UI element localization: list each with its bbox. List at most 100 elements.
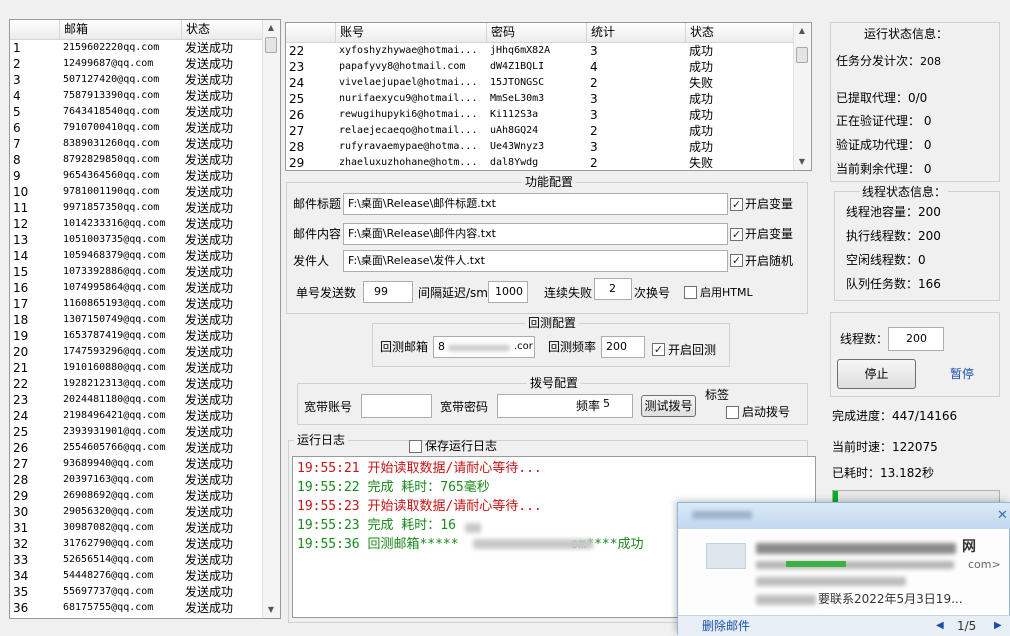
col-status[interactable]: 状态	[182, 20, 265, 39]
col-account[interactable]: 账号	[336, 23, 487, 42]
content-var-checkbox[interactable]: ✓	[730, 228, 743, 241]
table-row[interactable]: 25 nurifaexycu9@hotmail... MmSeL30m3 3 成功	[286, 91, 796, 107]
echo-mail-input[interactable]: 8 .cor	[433, 336, 535, 358]
scroll-up-icon[interactable]: ▲	[794, 23, 810, 39]
echo-freq-input[interactable]: 200	[601, 336, 645, 358]
content-input[interactable]: F:\桌面\Release\邮件内容.txt	[343, 223, 728, 245]
table-row[interactable]: 26 rewugihupyki6@hotmai... Ki112S3a 3 成功	[286, 107, 796, 123]
delete-mail-link[interactable]: 删除邮件	[702, 618, 750, 634]
table-row[interactable]: 23 2024481180@qq.com 发送成功	[10, 392, 265, 408]
table-row[interactable]: 20 1747593296@qq.com 发送成功	[10, 344, 265, 360]
table-row[interactable]: 2 12499687@qq.com 发送成功	[10, 56, 265, 72]
col-password[interactable]: 密码	[487, 23, 587, 42]
close-icon[interactable]: ✕	[997, 509, 1009, 523]
cell-status: 发送成功	[185, 121, 234, 135]
stop-button[interactable]: 停止	[837, 359, 916, 389]
table-row[interactable]: 25 2393931901@qq.com 发送成功	[10, 424, 265, 440]
table-row[interactable]: 27 relaejecaeqo@hotmail... uAh8GQ24 2 成功	[286, 123, 796, 139]
table-row[interactable]: 5 7643418540qq.com 发送成功	[10, 104, 265, 120]
table-row[interactable]: 14 1059468379@qq.com 发送成功	[10, 248, 265, 264]
table-row[interactable]: 9 9654364560qq.com 发送成功	[10, 168, 265, 184]
interval-input[interactable]: 1000	[488, 281, 528, 303]
email-table[interactable]: 邮箱 状态 1 2159602220qq.com 发送成功 2 12499687@qq.…	[9, 19, 281, 619]
save-log-checkbox[interactable]	[409, 440, 422, 453]
table-row[interactable]: 28 rufyravaemypae@hotma... Ue43Wnyz3 3 成功	[286, 139, 796, 155]
subject-var-label: 开启变量	[745, 197, 794, 211]
cell-email: 1051003735@qq.com	[63, 234, 166, 245]
table-row[interactable]: 34 54448276@qq.com 发送成功	[10, 568, 265, 584]
table-row[interactable]: 35 55697737@qq.com 发送成功	[10, 584, 265, 600]
broadband-account-input[interactable]	[361, 394, 432, 418]
table-row[interactable]: 8 8792829850qq.com 发送成功	[10, 152, 265, 168]
table-row[interactable]: 18 1307150749@qq.com 发送成功	[10, 312, 265, 328]
scroll-thumb[interactable]	[796, 47, 808, 63]
cell-account: rufyravaemypae@hotma...	[339, 141, 478, 152]
subject-input[interactable]: F:\桌面\Release\邮件标题.txt	[343, 193, 728, 215]
table-row[interactable]: 22 xyfoshyzhywae@hotmai... jHhq6mX82A 3 成功	[286, 43, 796, 59]
table-row[interactable]: 27 93689940@qq.com 发送成功	[10, 456, 265, 472]
cell-email: 2024481180@qq.com	[63, 394, 166, 405]
table-row[interactable]: 30 29056320@qq.com 发送成功	[10, 504, 265, 520]
table-row[interactable]: 36 68175755@qq.com 发送成功	[10, 600, 265, 616]
table-row[interactable]: 32 31762790@qq.com 发送成功	[10, 536, 265, 552]
table-row[interactable]: 13 1051003735@qq.com 发送成功	[10, 232, 265, 248]
table-row[interactable]: 29 zhaeluxuzhohane@hotm... dal8Ywdg 2 失败	[286, 155, 796, 170]
table-row[interactable]: 15 1073392886@qq.com 发送成功	[10, 264, 265, 280]
table-row[interactable]: 12 1014233316@qq.com 发送成功	[10, 216, 265, 232]
table-row[interactable]: 28 20397163@qq.com 发送成功	[10, 472, 265, 488]
table-row[interactable]: 19 1653787419@qq.com 发送成功	[10, 328, 265, 344]
dial-enable-checkbox[interactable]	[726, 406, 739, 419]
table-row[interactable]: 23 papafyvy8@hotmail.com dW4Z1BQLI 4 成功	[286, 59, 796, 75]
sender-random-checkbox[interactable]: ✓	[730, 254, 743, 267]
table-row[interactable]: 4 7587913390qq.com 发送成功	[10, 88, 265, 104]
table-row[interactable]: 33 52656514@qq.com 发送成功	[10, 552, 265, 568]
next-page-icon[interactable]: ▶	[994, 618, 1002, 634]
fail-input[interactable]: 2	[594, 278, 632, 300]
broadband-password-input[interactable]	[497, 394, 633, 418]
table-row[interactable]: 1 2159602220qq.com 发送成功	[10, 40, 265, 56]
email-table-scrollbar[interactable]: ▲ ▼	[262, 20, 280, 618]
table-row[interactable]: 21 1910160880@qq.com 发送成功	[10, 360, 265, 376]
col-index[interactable]	[10, 20, 60, 39]
echo-enable-checkbox[interactable]: ✓	[652, 343, 665, 356]
table-row[interactable]: 10 9781001190qq.com 发送成功	[10, 184, 265, 200]
scroll-up-icon[interactable]: ▲	[263, 20, 279, 36]
prev-page-icon[interactable]: ◀	[936, 618, 944, 634]
table-row[interactable]: 31 30987082@qq.com 发送成功	[10, 520, 265, 536]
table-row[interactable]: 24 2198496421@qq.com 发送成功	[10, 408, 265, 424]
scroll-down-icon[interactable]: ▼	[794, 154, 810, 170]
redacted-region	[756, 543, 956, 554]
col-email[interactable]: 邮箱	[60, 20, 182, 39]
col-count[interactable]: 统计	[587, 23, 686, 42]
test-dial-button[interactable]: 测试拨号	[641, 395, 696, 417]
account-table[interactable]: 账号 密码 统计 状态 22 xyfoshyzhywae@hotmai... jHh…	[285, 22, 812, 171]
sender-label: 发件人	[293, 254, 330, 268]
scroll-down-icon[interactable]: ▼	[263, 602, 279, 618]
table-row[interactable]: 6 7910700410qq.com 发送成功	[10, 120, 265, 136]
cell-status: 发送成功	[185, 153, 234, 167]
table-row[interactable]: 26 2554605766@qq.com 发送成功	[10, 440, 265, 456]
table-row[interactable]: 16 1074995864@qq.com 发送成功	[10, 280, 265, 296]
table-row[interactable]: 7 8389031260qq.com 发送成功	[10, 136, 265, 152]
cell-index: 6	[13, 121, 21, 135]
col-state[interactable]: 状态	[686, 23, 796, 42]
subject-var-checkbox[interactable]: ✓	[730, 198, 743, 211]
thread-count-input[interactable]: 200	[888, 327, 944, 351]
col-index[interactable]	[286, 23, 336, 42]
account-table-scrollbar[interactable]: ▲ ▼	[793, 23, 811, 170]
notification-popup[interactable]: ✕ 网 com> 要联系2022年5月3日19... 删除邮件 ◀ 1/5 ▶	[677, 502, 1010, 636]
per-send-input[interactable]: 99	[363, 281, 413, 303]
table-row[interactable]: 17 1160865193@qq.com 发送成功	[10, 296, 265, 312]
table-row[interactable]: 11 9971857350qq.com 发送成功	[10, 200, 265, 216]
table-row[interactable]: 29 26908692@qq.com 发送成功	[10, 488, 265, 504]
html-checkbox[interactable]	[684, 286, 697, 299]
pause-link[interactable]: 暂停	[950, 366, 974, 382]
cell-index: 12	[13, 217, 29, 231]
dial-freq-value[interactable]: 5	[603, 396, 610, 412]
cell-email: 12499687@qq.com	[63, 58, 154, 69]
sender-input[interactable]: F:\桌面\Release\发件人.txt	[343, 250, 728, 272]
table-row[interactable]: 22 1928212313@qq.com 发送成功	[10, 376, 265, 392]
table-row[interactable]: 24 vivelaejupael@hotmai... 15JTONGSC 2 失败	[286, 75, 796, 91]
table-row[interactable]: 3 507127420@qq.com 发送成功	[10, 72, 265, 88]
scroll-thumb[interactable]	[265, 37, 277, 53]
